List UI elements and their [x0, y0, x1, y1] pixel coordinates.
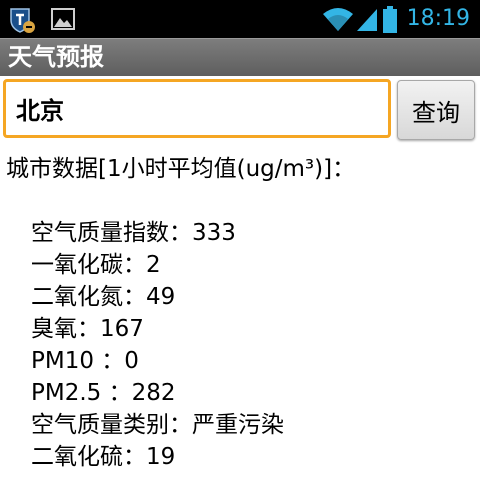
- aqi-row: 空气质量指数：333: [31, 220, 236, 246]
- city-input[interactable]: [3, 79, 391, 138]
- nitrogen-dioxide-row: 二氧化氮：49: [31, 284, 176, 310]
- shield-notification-icon: [8, 6, 36, 38]
- status-clock: 18:19: [406, 6, 470, 31]
- wifi-icon: [322, 6, 354, 36]
- pm25-row: PM2.5 ：282: [31, 380, 176, 406]
- battery-icon: [382, 6, 398, 38]
- image-notification-icon: [50, 6, 76, 36]
- air-quality-result: 城市数据[1小时平均值(ug/m³)]： 空气质量指数：333 一氧化碳：2 二…: [6, 153, 476, 473]
- query-button[interactable]: 查询: [397, 80, 475, 140]
- aqi-category-row: 空气质量类别：严重污染: [31, 412, 284, 438]
- app-title-bar: 天气预报: [0, 38, 480, 76]
- ozone-row: 臭氧：167: [31, 316, 144, 342]
- carbon-monoxide-row: 一氧化碳：2: [31, 252, 161, 278]
- app-title: 天气预报: [8, 43, 104, 71]
- result-header: 城市数据[1小时平均值(ug/m³)]：: [6, 156, 356, 182]
- status-bar: 18:19: [0, 0, 480, 38]
- pm10-row: PM10 ：0: [31, 348, 139, 374]
- sulfur-dioxide-row: 二氧化硫：19: [31, 444, 176, 470]
- signal-icon: [355, 6, 379, 36]
- result-list: 空气质量指数：333 一氧化碳：2 二氧化氮：49 臭氧：167 PM10 ：0…: [6, 217, 476, 473]
